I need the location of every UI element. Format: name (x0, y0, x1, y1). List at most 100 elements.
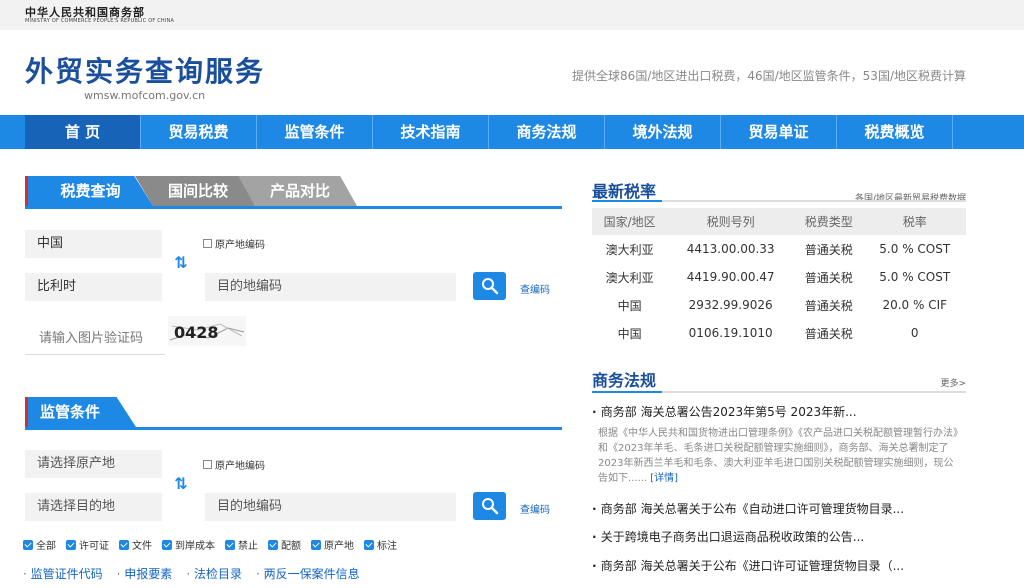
checkbox-checked-icon[interactable] (311, 539, 321, 550)
tab-tariff-query[interactable]: 税费查询 (28, 176, 153, 206)
table-row[interactable]: 中国 0106.19.1010 普通关税 0 (592, 319, 966, 347)
ministry-name-en: MINISTRY OF COMMERCE PEOPLE'S REPUBLIC O… (25, 18, 175, 24)
filter-quota[interactable]: 配额 (268, 537, 301, 552)
checkbox-checked-icon[interactable] (66, 539, 76, 550)
filter-document[interactable]: 文件 (119, 537, 152, 552)
captcha-image[interactable]: 0428 (168, 316, 246, 346)
checkbox-checked-icon[interactable] (364, 539, 374, 550)
reg-origin-code-checkbox[interactable] (203, 460, 212, 469)
filter-landed-cost[interactable]: 到岸成本 (162, 537, 215, 552)
cell-tax-type: 普通关税 (804, 270, 853, 285)
site-title[interactable]: 外贸实务查询服务 (25, 50, 265, 90)
news-item[interactable]: 关于跨境电子商务出口退运商品税收政策的公告... (592, 528, 966, 545)
nav-commerce-law[interactable]: 商务法规 (489, 115, 605, 149)
origin-code-checkbox[interactable] (203, 239, 212, 248)
origin-select[interactable]: 中国 (25, 230, 162, 258)
table-row[interactable]: 中国 2932.99.9026 普通关税 20.0 % CIF (592, 291, 966, 319)
tab-product-compare[interactable]: 产品对比 (237, 176, 357, 206)
regulation-section-header: 监管条件 (25, 397, 562, 430)
filter-license[interactable]: 许可证 (66, 537, 109, 552)
reg-destination-select[interactable]: 请选择目的地 (25, 493, 162, 521)
captcha-text: 0428 (174, 323, 219, 342)
nav-foreign-law[interactable]: 境外法规 (605, 115, 721, 149)
reg-origin-select[interactable]: 请选择原产地 (25, 450, 162, 478)
cell-country: 澳大利亚 (605, 242, 654, 257)
reg-destination-code-input[interactable]: 目的地编码 (205, 493, 456, 521)
latest-rates-table: 国家/地区 税则号列 税费类型 税率 澳大利亚 4413.00.00.33 普通… (592, 208, 966, 347)
filter-origin[interactable]: 原产地 (311, 537, 354, 552)
cell-tariff-code: 4413.00.00.33 (686, 242, 775, 256)
checkbox-checked-icon[interactable] (268, 539, 278, 550)
link-inspection-catalog[interactable]: 法检目录 (186, 565, 242, 582)
search-icon (482, 498, 499, 515)
more-link[interactable]: 更多> (940, 376, 966, 389)
table-row[interactable]: 澳大利亚 4419.90.00.47 普通关税 5.0 % COST (592, 263, 966, 291)
col-tax-type: 税费类型 (794, 208, 864, 235)
commerce-law-title[interactable]: 商务法规 (592, 367, 656, 391)
section-accent-bar (25, 397, 28, 427)
cell-country: 中国 (617, 326, 642, 341)
tab-country-compare[interactable]: 国间比较 (135, 176, 255, 206)
top-strip: 中华人民共和国商务部 MINISTRY OF COMMERCE PEOPLE'S… (0, 0, 1024, 30)
lookup-code-link[interactable]: 查编码 (520, 281, 550, 296)
filter-all[interactable]: 全部 (23, 537, 56, 552)
reg-origin-code-label: 原产地编码 (215, 461, 265, 472)
site-description: 提供全球86国/地区进出口税费，46国/地区监管条件，53国/地区税费计算 (572, 69, 966, 83)
bottom-links: 监管证件代码 申报要素 法检目录 两反一保案件信息 (23, 565, 360, 582)
nav-trade-tariff[interactable]: 贸易税费 (141, 115, 257, 149)
checkbox-checked-icon[interactable] (225, 539, 235, 550)
cell-tax-type: 普通关税 (804, 242, 853, 257)
cell-country: 中国 (617, 298, 642, 313)
cell-tariff-code: 4419.90.00.47 (686, 270, 775, 284)
nav-regulation[interactable]: 监管条件 (257, 115, 373, 149)
commerce-law-divider (592, 391, 966, 393)
news-item[interactable]: 商务部 海关总署关于公布《进口许可证管理货物目录（... (592, 557, 966, 574)
reg-origin-code-option[interactable]: 原产地编码 (203, 457, 265, 472)
table-row[interactable]: 澳大利亚 4413.00.00.33 普通关税 5.0 % COST (592, 235, 966, 263)
filter-marking[interactable]: 标注 (364, 537, 397, 552)
origin-code-option[interactable]: 原产地编码 (203, 236, 265, 251)
cell-country: 澳大利亚 (605, 270, 654, 285)
nav-home[interactable]: 首 页 (25, 115, 141, 149)
regulation-filters: 全部 许可证 文件 到岸成本 禁止 配额 原产地 标注 (23, 537, 397, 552)
col-tariff-code: 税则号列 (667, 208, 795, 235)
reg-search-button[interactable] (473, 492, 506, 520)
checkbox-checked-icon[interactable] (23, 539, 33, 550)
table-header-row: 国家/地区 税则号列 税费类型 税率 (592, 208, 966, 235)
link-certificate-codes[interactable]: 监管证件代码 (23, 565, 103, 582)
destination-select[interactable]: 比利时 (25, 273, 162, 301)
origin-code-label: 原产地编码 (215, 240, 265, 251)
tariff-query-tabs: 产品对比 国间比较 税费查询 (25, 176, 562, 209)
latest-rates-note: 各国/地区最新贸易税费数据 (854, 194, 966, 204)
cell-tariff-code: 0106.19.1010 (688, 326, 773, 340)
checkbox-checked-icon[interactable] (119, 539, 129, 550)
filter-prohibited[interactable]: 禁止 (225, 537, 258, 552)
swap-icon[interactable]: ⇅ (174, 253, 188, 273)
reg-swap-icon[interactable]: ⇅ (174, 474, 188, 494)
link-declaration-elements[interactable]: 申报要素 (117, 565, 172, 582)
detail-link[interactable]: [详情] (650, 473, 678, 484)
captcha-input[interactable]: 请输入图片验证码 (25, 323, 165, 355)
nav-tariff-overview[interactable]: 税费概览 (837, 115, 953, 149)
search-icon (482, 278, 499, 295)
nav-trade-docs[interactable]: 贸易单证 (721, 115, 837, 149)
news-item[interactable]: 商务部 海关总署关于公布《自动进口许可管理货物目录... (592, 500, 966, 517)
destination-code-input[interactable]: 目的地编码 (205, 273, 456, 301)
news-item[interactable]: 商务部 海关总署公告2023年第5号 2023年新... (592, 403, 966, 420)
checkbox-checked-icon[interactable] (162, 539, 172, 550)
col-rate: 税率 (863, 208, 966, 235)
tab-accent-bar (25, 176, 28, 206)
link-trade-remedy-cases[interactable]: 两反一保案件信息 (256, 565, 360, 582)
cell-rate: 5.0 % COST (879, 270, 951, 284)
regulation-title[interactable]: 监管条件 (28, 397, 136, 427)
cell-tariff-code: 2932.99.9026 (688, 298, 773, 312)
search-button[interactable] (473, 272, 506, 300)
reg-lookup-code-link[interactable]: 查编码 (520, 501, 550, 516)
nav-tech-guide[interactable]: 技术指南 (373, 115, 489, 149)
cell-tax-type: 普通关税 (804, 326, 853, 341)
cell-rate: 0 (910, 326, 919, 340)
news-summary: 根据《中华人民共和国货物进出口管理条例》《农产品进口关税配额管理暂行办法》和《2… (598, 426, 962, 486)
cell-rate: 20.0 % CIF (882, 298, 948, 312)
main-nav: 首 页 贸易税费 监管条件 技术指南 商务法规 境外法规 贸易单证 税费概览 (0, 115, 1024, 149)
latest-rates-title[interactable]: 最新税率 (592, 178, 656, 202)
